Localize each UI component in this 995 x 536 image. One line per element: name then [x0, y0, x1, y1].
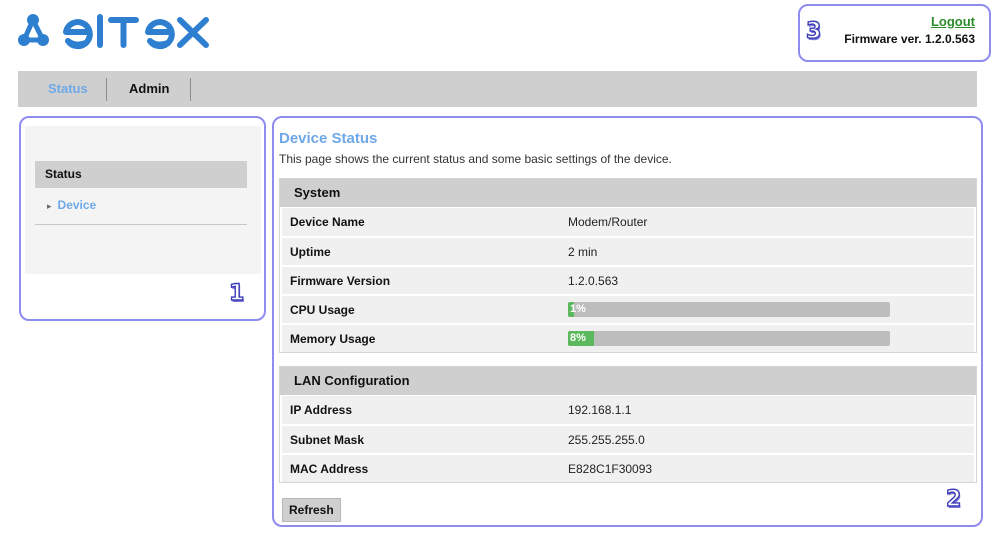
table-row: MAC Address E828C1F30093: [282, 453, 974, 482]
table-row: Subnet Mask 255.255.255.0: [282, 424, 974, 453]
sidebar-menu: Status ▸ Device: [25, 126, 261, 274]
table-row: IP Address 192.168.1.1: [282, 395, 974, 424]
eltex-logo: [18, 12, 218, 52]
memory-usage-bar: 8%: [568, 331, 890, 346]
row-value: E828C1F30093: [568, 462, 653, 476]
annotation-badge-1: 1: [228, 281, 245, 306]
row-label: IP Address: [290, 403, 353, 417]
firmware-version-label: Firmware ver. 1.2.0.563: [844, 32, 975, 46]
row-label: Device Name: [290, 215, 365, 229]
lan-section: LAN Configuration IP Address 192.168.1.1…: [279, 366, 977, 483]
row-value: 2 min: [568, 245, 598, 259]
memory-usage-percent: 8%: [570, 332, 586, 344]
refresh-button[interactable]: Refresh: [282, 498, 341, 522]
row-label: Firmware Version: [290, 274, 391, 288]
logout-link[interactable]: Logout: [931, 14, 975, 29]
nav-divider: [190, 78, 191, 101]
cpu-usage-percent: 1%: [570, 303, 586, 315]
row-value: 1.2.0.563: [568, 274, 619, 288]
table-row: Firmware Version 1.2.0.563: [282, 265, 974, 294]
sidebar-item-label: Device: [57, 198, 97, 212]
lan-section-heading: LAN Configuration: [280, 367, 976, 395]
nav-divider: [106, 78, 107, 101]
cpu-usage-bar: 1%: [568, 302, 890, 317]
cpu-usage-label: CPU Usage: [290, 303, 355, 317]
page-description: This page shows the current status and s…: [279, 152, 672, 166]
row-value: Modem/Router: [568, 215, 648, 229]
table-row: CPU Usage 1%: [282, 294, 974, 323]
firmware-info-panel: Logout Firmware ver. 1.2.0.563: [798, 4, 991, 62]
annotation-badge-2: 2: [945, 487, 962, 512]
table-row: Memory Usage 8%: [282, 323, 974, 352]
sidebar-section-status: Status: [35, 161, 247, 188]
top-nav-bar: Status Admin: [18, 71, 977, 107]
system-section: System Device Name Modem/Router Uptime 2…: [279, 178, 977, 353]
annotation-badge-3: 3: [805, 19, 822, 44]
table-row: Device Name Modem/Router: [282, 207, 974, 236]
chevron-right-icon: ▸: [47, 201, 52, 211]
row-label: Subnet Mask: [290, 433, 365, 447]
sidebar-item-device[interactable]: ▸ Device: [47, 198, 96, 212]
table-row: Uptime 2 min: [282, 236, 974, 265]
row-label: Uptime: [290, 245, 331, 259]
sidebar-divider: [35, 224, 247, 225]
tab-admin[interactable]: Admin: [129, 71, 169, 107]
row-label: MAC Address: [290, 462, 369, 476]
page-title: Device Status: [279, 130, 378, 147]
device-status-panel: Device Status This page shows the curren…: [272, 116, 983, 527]
eltex-logo-graphic: [18, 14, 209, 50]
tab-status[interactable]: Status: [48, 71, 88, 107]
row-value: 192.168.1.1: [568, 403, 632, 417]
system-section-heading: System: [280, 179, 976, 207]
row-value: 255.255.255.0: [568, 433, 645, 447]
memory-usage-label: Memory Usage: [290, 332, 376, 346]
